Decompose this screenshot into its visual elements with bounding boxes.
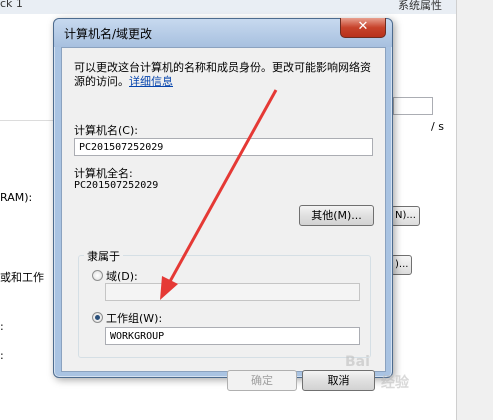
computer-name-label: 计算机名(C):: [74, 124, 138, 137]
dialog-titlebar[interactable]: 计算机名/域更改 ✕: [54, 18, 392, 47]
domain-radio[interactable]: [92, 270, 103, 281]
watermark-line1: Bai: [345, 354, 370, 370]
workgroup-radio[interactable]: [92, 312, 103, 323]
computer-name-dialog: 计算机名/域更改 ✕ 可以更改这台计算机的名称和成员身份。更改可能影响网络资源的…: [53, 18, 393, 391]
dialog-title: 计算机名/域更改: [64, 27, 153, 41]
details-link[interactable]: 详细信息: [129, 75, 173, 88]
background-input: [393, 97, 433, 115]
background-text-domain-workgroup: 或和工作: [0, 271, 44, 284]
computer-name-input[interactable]: PC201507252029: [74, 138, 373, 156]
watermark-line2: 经验: [381, 375, 409, 391]
full-name-value: PC201507252029: [74, 180, 159, 191]
baidu-watermark: Bai 经验: [345, 348, 465, 408]
close-button[interactable]: ✕: [340, 18, 386, 38]
background-title: 系统属性: [398, 0, 442, 12]
background-text-ram: RAM):: [0, 191, 33, 204]
description-text: 可以更改这台计算机的名称和成员身份。更改可能影响网络资源的访问。: [74, 61, 371, 88]
more-button[interactable]: 其他(M)...: [299, 205, 374, 226]
domain-label: 域(D):: [106, 270, 138, 283]
full-name-label: 计算机全名:: [74, 167, 133, 180]
background-titlebar: ck 1 系统属性: [0, 0, 493, 14]
background-text-unit: / s: [431, 120, 444, 133]
background-network-id-button[interactable]: N)...: [391, 206, 420, 226]
workgroup-input[interactable]: WORKGROUP: [105, 327, 360, 345]
background-title-fragment: ck 1: [0, 0, 23, 10]
close-icon: ✕: [357, 19, 369, 34]
dialog-client-area: 可以更改这台计算机的名称和成员身份。更改可能影响网络资源的访问。详细信息 计算机…: [61, 47, 386, 391]
workgroup-label: 工作组(W):: [106, 312, 163, 325]
background-divider: [0, 120, 55, 121]
background-change-button[interactable]: )...: [391, 255, 413, 275]
domain-input[interactable]: [105, 283, 360, 301]
member-of-label: 隶属于: [84, 248, 123, 264]
background-text-colon: :: [0, 320, 4, 333]
background-text-colon: :: [0, 349, 4, 362]
ok-button[interactable]: 确定: [227, 370, 297, 391]
dialog-description: 可以更改这台计算机的名称和成员身份。更改可能影响网络资源的访问。详细信息: [74, 61, 374, 89]
